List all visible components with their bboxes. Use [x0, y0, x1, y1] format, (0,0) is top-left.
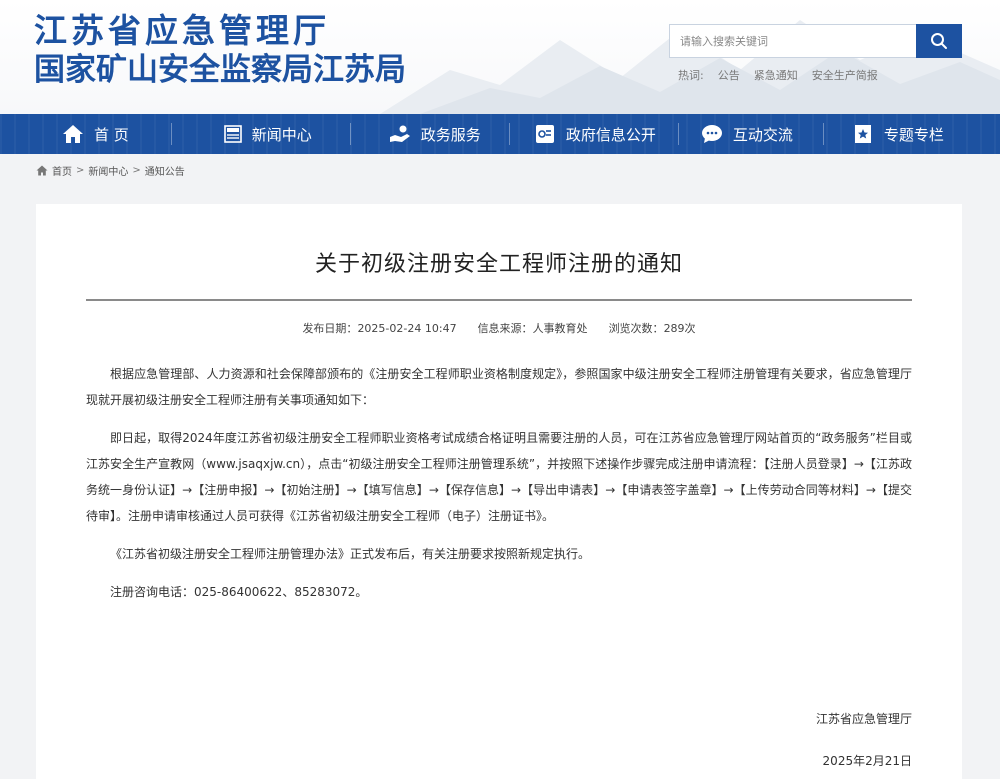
publish-date-label: 发布日期： [302, 322, 358, 335]
home-icon [36, 165, 48, 175]
nav-divider [822, 123, 824, 145]
views-count: 289次 [663, 322, 696, 335]
article-title: 关于初级注册安全工程师注册的通知 [314, 252, 683, 277]
chat-icon [701, 123, 723, 145]
hot-word-link[interactable]: 安全生产简报 [812, 67, 878, 83]
nav-item-label: 首 页 [94, 125, 129, 144]
article-panel: 关于初级注册安全工程师注册的通知 发布日期：2025-02-24 10:47 信… [36, 204, 962, 779]
hot-word-link[interactable]: 公告 [718, 67, 740, 83]
nav-divider [677, 123, 679, 145]
nav-divider [508, 123, 510, 145]
source-value: 人事教育处 [532, 322, 588, 335]
nav-item-label: 互动交流 [732, 125, 793, 144]
nav-divider [349, 123, 351, 145]
service-icon [389, 123, 411, 145]
info-icon [534, 123, 556, 145]
star-icon [852, 123, 874, 145]
main-nav: 首 页 新闻中心 政务服务 政府信息公开 互动交流 专题专栏 [0, 114, 1000, 154]
article-paragraph: 《江苏省初级注册安全工程师注册管理办法》正式发布后，有关注册要求按照新规定执行。 [110, 547, 591, 561]
nav-divider [170, 123, 172, 145]
news-icon [222, 123, 244, 145]
breadcrumb-separator: > [76, 164, 85, 176]
article-paragraph: 根据应急管理部、人力资源和社会保障部颁布的《注册安全工程师职业资格制度规定》，参… [86, 367, 912, 407]
nav-item-info[interactable]: 政府信息公开 [534, 114, 656, 154]
hot-words: 热词: 公告 紧急通知 安全生产简报 [678, 67, 892, 83]
nav-item-label: 政务服务 [420, 125, 481, 144]
nav-item-label: 政府信息公开 [565, 125, 656, 144]
publish-date: 2025-02-24 10:47 [357, 322, 457, 335]
nav-item-service[interactable]: 政务服务 [389, 114, 481, 154]
nav-item-news[interactable]: 新闻中心 [222, 114, 312, 154]
search-button[interactable] [916, 24, 962, 58]
article-signature: 江苏省应急管理厅 [815, 712, 912, 726]
breadcrumb-separator: > [132, 164, 141, 176]
hot-word-link[interactable]: 紧急通知 [754, 67, 798, 83]
breadcrumb-notices[interactable]: 通知公告 [145, 163, 185, 178]
hot-words-label: 热词: [678, 69, 704, 82]
article-body: 根据应急管理部、人力资源和社会保障部颁布的《注册安全工程师职业资格制度规定》，参… [86, 361, 912, 617]
views-label: 浏览次数： [608, 322, 664, 335]
home-icon [62, 123, 84, 145]
nav-item-topics[interactable]: 专题专栏 [852, 114, 944, 154]
source-label: 信息来源： [477, 322, 533, 335]
search-box [669, 24, 962, 58]
article-paragraph: 即日起，取得2024年度江苏省初级注册安全工程师职业资格考试成绩合格证明且需要注… [86, 431, 912, 523]
article-sign-date: 2025年2月21日 [822, 754, 912, 768]
nav-item-home[interactable]: 首 页 [62, 114, 129, 154]
breadcrumb-news[interactable]: 新闻中心 [88, 163, 128, 178]
site-logo-line2[interactable]: 国家矿山安全监察局江苏局 [34, 44, 406, 89]
title-divider [86, 299, 912, 301]
breadcrumb: 首页 > 新闻中心 > 通知公告 [36, 162, 185, 178]
breadcrumb-home[interactable]: 首页 [52, 163, 72, 178]
article-meta: 发布日期：2025-02-24 10:47 信息来源：人事教育处 浏览次数：28… [36, 320, 962, 336]
article-paragraph: 注册咨询电话：025-86400622、85283072。 [110, 585, 368, 599]
search-icon [931, 33, 947, 49]
nav-item-interact[interactable]: 互动交流 [701, 114, 793, 154]
search-input[interactable] [669, 24, 916, 58]
nav-item-label: 新闻中心 [251, 125, 312, 144]
nav-item-label: 专题专栏 [883, 125, 944, 144]
site-header: 江苏省应急管理厅 国家矿山安全监察局江苏局 热词: 公告 紧急通知 安全生产简报 [0, 0, 1000, 114]
